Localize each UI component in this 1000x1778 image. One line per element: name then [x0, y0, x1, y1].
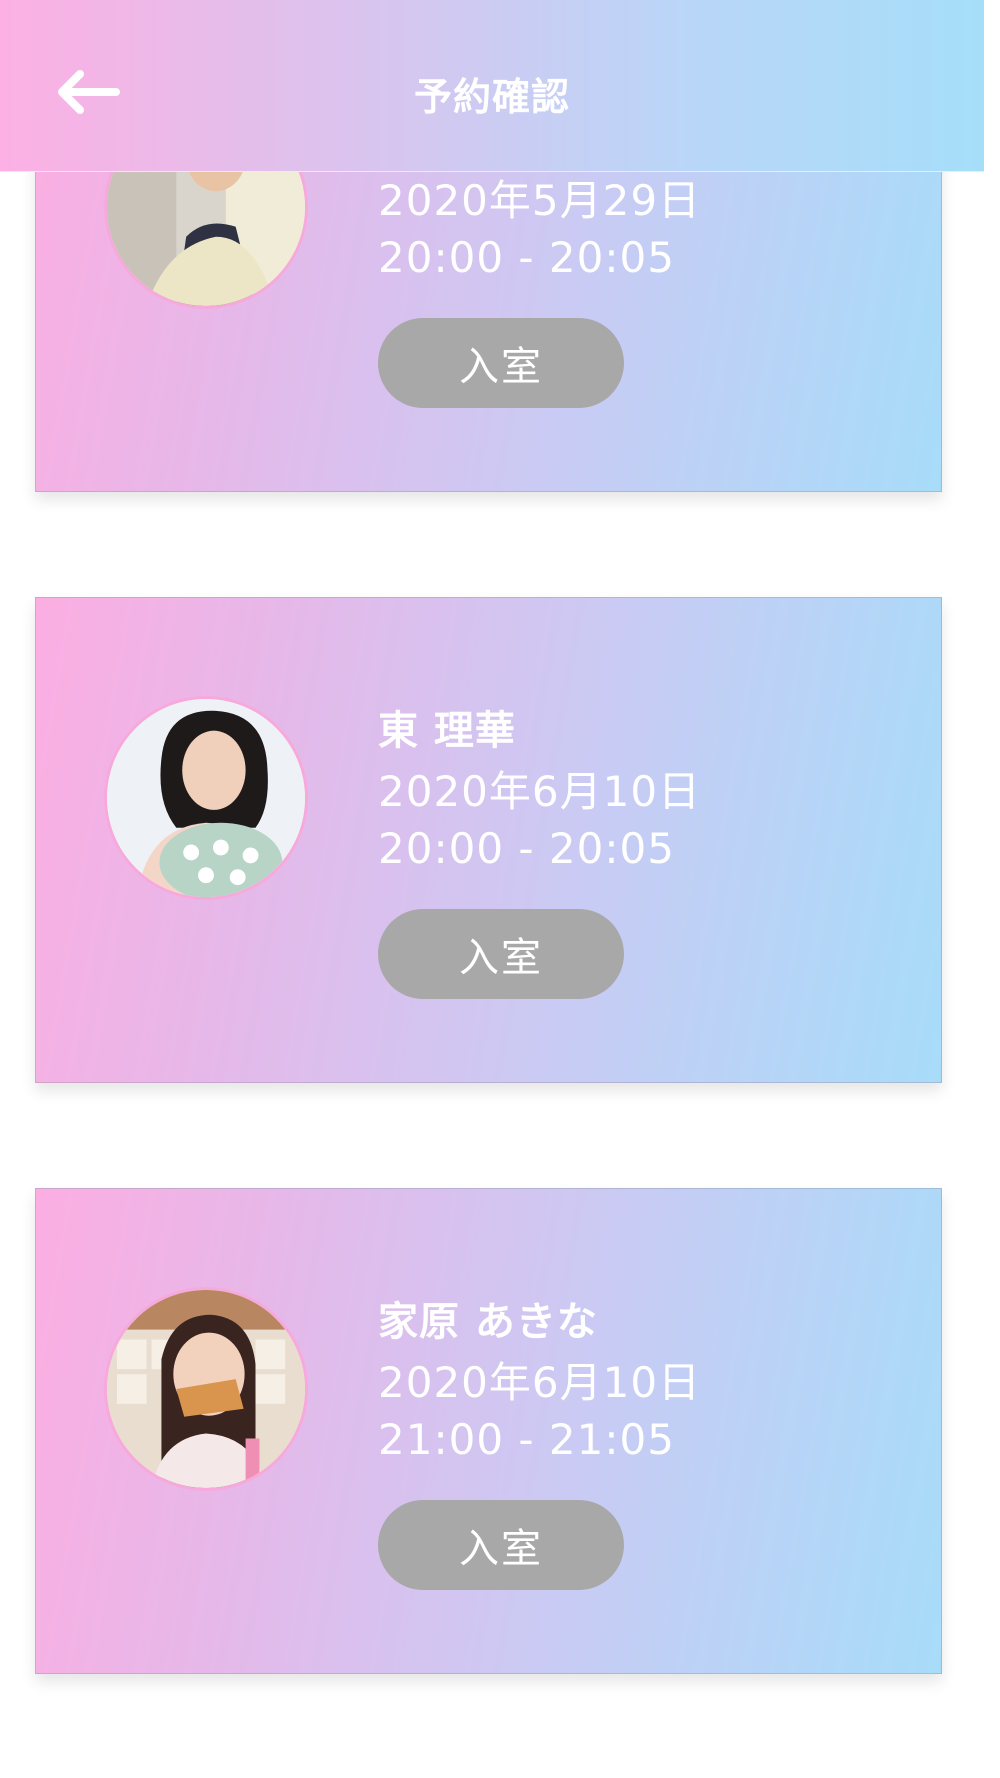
enter-room-button[interactable]: 入室 [378, 909, 624, 999]
person-name: 東 理華 [378, 708, 516, 754]
reservation-time: 20:00 - 20:05 [378, 824, 675, 873]
reservation-date: 2020年6月10日 [378, 1358, 702, 1407]
reservation-confirmation-screen: 2020年5月29日 20:00 - 20:05 入室 東 理華 2020年6月… [0, 0, 1000, 1778]
enter-room-button[interactable]: 入室 [378, 1500, 624, 1590]
reservation-time: 21:00 - 21:05 [378, 1415, 675, 1464]
avatar [104, 1287, 308, 1491]
enter-room-button[interactable]: 入室 [378, 318, 624, 408]
app-header: 予約確認 [0, 0, 984, 172]
reservation-card: 東 理華 2020年6月10日 20:00 - 20:05 入室 [35, 597, 942, 1083]
reservation-date: 2020年5月29日 [378, 176, 702, 225]
avatar [104, 696, 308, 900]
reservation-date: 2020年6月10日 [378, 767, 702, 816]
person-name: 家原 あきな [378, 1299, 598, 1345]
reservation-card: 家原 あきな 2020年6月10日 21:00 - 21:05 入室 [35, 1188, 942, 1674]
woman-eating-toast-photo [107, 1290, 305, 1488]
woman-portrait-photo [107, 699, 305, 897]
page-title: 予約確認 [413, 75, 570, 119]
reservation-time: 20:00 - 20:05 [378, 233, 675, 282]
